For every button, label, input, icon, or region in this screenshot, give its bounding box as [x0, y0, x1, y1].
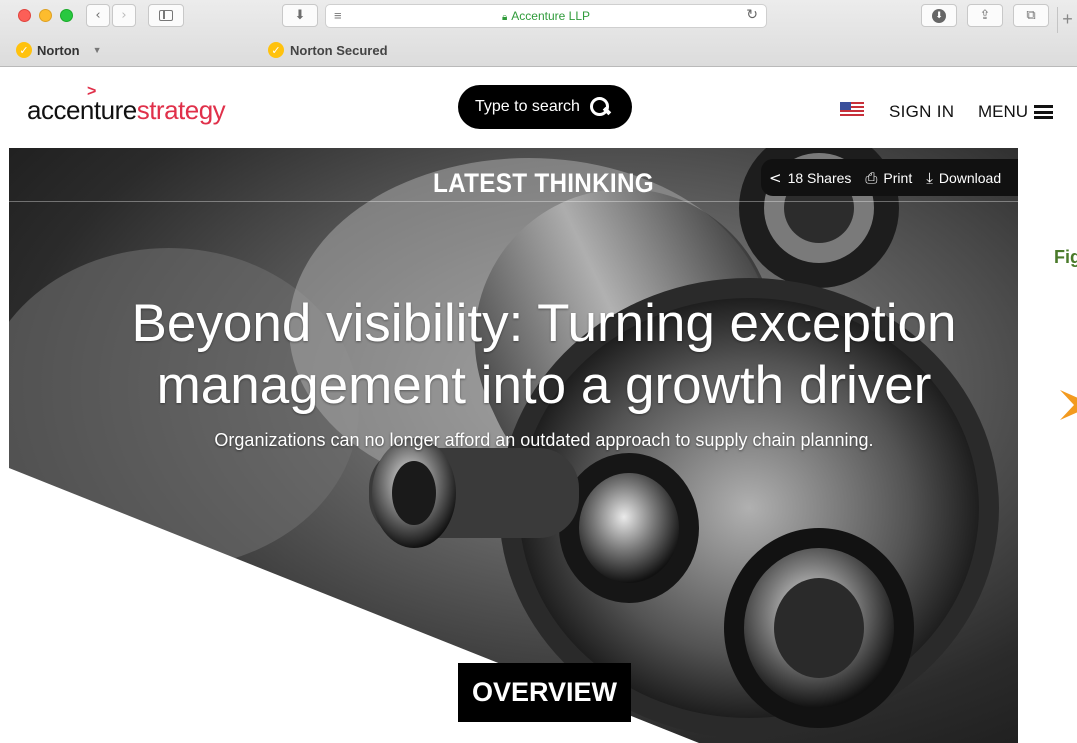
chevron-left-icon: ‹ — [95, 8, 101, 23]
print-icon: ⎙ — [865, 168, 878, 187]
share-toolbar: <18 Shares ⎙ Print ⤓ Download — [761, 159, 1018, 196]
download-button[interactable]: ⤓ Download — [926, 169, 1001, 187]
url-display: 🔒︎ Accenture LLP — [501, 9, 591, 23]
close-window-button[interactable] — [18, 9, 31, 22]
download-manager-button[interactable]: ⬇ — [282, 4, 318, 27]
downloads-button[interactable]: ⬇ — [921, 4, 957, 27]
us-flag-icon[interactable] — [840, 102, 864, 117]
chevron-right-icon: › — [121, 8, 127, 23]
norton-check-icon: ✓ — [16, 42, 32, 58]
norton-secured-badge[interactable]: ✓ Norton Secured — [268, 42, 388, 58]
download-icon: ⤓ — [926, 168, 933, 187]
print-button[interactable]: ⎙ Print — [865, 169, 912, 187]
sidebar-button[interactable] — [148, 4, 184, 27]
section-label: LATEST THINKING — [433, 168, 654, 198]
norton-check-icon: ✓ — [268, 42, 284, 58]
norton-menu[interactable]: ✓ Norton ▼ — [16, 42, 102, 58]
tabs-button[interactable]: ⧉ — [1013, 4, 1049, 27]
search-icon — [589, 97, 610, 117]
forward-button[interactable]: › — [112, 4, 136, 27]
share-icon: < — [769, 168, 782, 187]
download-manager-icon: ⬇ — [294, 8, 306, 23]
page-subtitle: Organizations can no longer afford an ou… — [214, 430, 874, 450]
norton-toolbar: ✓ Norton ▼ ✓ Norton Secured — [0, 35, 1077, 66]
figure-label: Fig — [1054, 247, 1077, 267]
zoom-window-button[interactable] — [60, 9, 73, 22]
lock-icon: 🔒︎ — [501, 12, 508, 23]
tabs-icon: ⧉ — [1026, 8, 1036, 23]
overview-tab[interactable]: OVERVIEW — [458, 663, 631, 722]
page-title: Beyond visibility: Turning exception man… — [131, 294, 957, 415]
minimize-window-button[interactable] — [39, 9, 52, 22]
chevron-down-icon: ▼ — [92, 45, 102, 55]
sign-in-link[interactable]: SIGN IN — [889, 102, 954, 122]
side-figure-panel: Fig — [1018, 240, 1077, 743]
search-button[interactable]: Type to search — [458, 85, 632, 129]
share-icon: ⇪ — [979, 8, 991, 23]
browser-chrome: ‹ › ⬇ ≡ 🔒︎ Accenture LLP ↻ ⬇ ⇪ ⧉ + ✓ Nort… — [0, 0, 1077, 67]
menu-button[interactable]: MENU — [978, 102, 1054, 122]
brand-mark: > — [87, 83, 96, 100]
share-button[interactable]: <18 Shares — [769, 169, 851, 187]
sidebar-icon — [159, 10, 173, 21]
downloads-icon: ⬇ — [932, 8, 946, 23]
hero-banner: LATEST THINKING <18 Shares ⎙ Print ⤓ Downl… — [9, 148, 1018, 743]
accenture-star-icon — [1060, 390, 1077, 420]
share-browser-button[interactable]: ⇪ — [967, 4, 1003, 27]
hamburger-icon — [1034, 105, 1054, 119]
browser-toolbar: ‹ › ⬇ ≡ 🔒︎ Accenture LLP ↻ ⬇ ⇪ ⧉ + — [0, 0, 1077, 33]
reload-icon[interactable]: ↻ — [746, 7, 758, 23]
back-button[interactable]: ‹ — [86, 4, 110, 27]
site-header: > accenturestrategy Type to search SIGN … — [9, 67, 1077, 148]
new-tab-button[interactable]: + — [1057, 7, 1077, 33]
brand-logo[interactable]: > accenturestrategy — [27, 83, 226, 126]
address-bar[interactable]: ≡ 🔒︎ Accenture LLP ↻ — [325, 4, 767, 28]
